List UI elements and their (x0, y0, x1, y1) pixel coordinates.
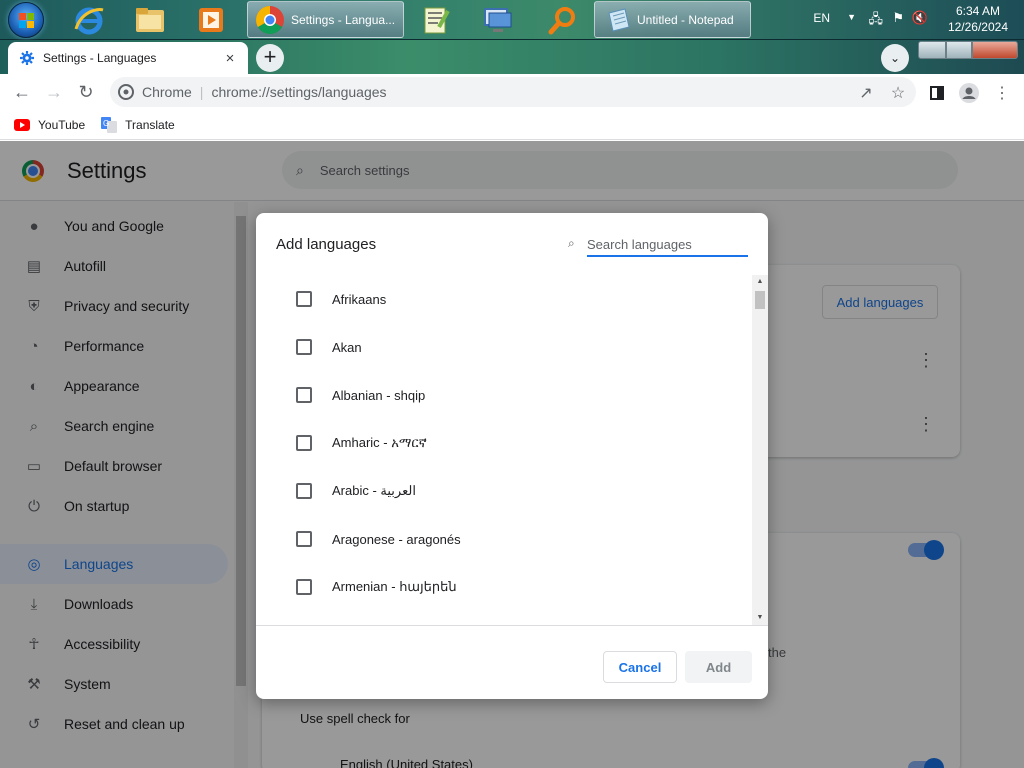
language-name: Arabic - العربية (332, 483, 416, 498)
language-name: Aragonese - aragonés (332, 531, 461, 547)
tab-search-button[interactable]: ⌄ (881, 44, 909, 72)
reload-button[interactable]: ↻ (74, 80, 98, 104)
back-button[interactable]: ← (10, 80, 34, 104)
media-player-icon[interactable] (194, 3, 228, 37)
language-list: Afrikaans Akan Albanian - shqip Amharic … (256, 275, 768, 625)
restore-button[interactable] (946, 41, 972, 59)
chevron-down-icon: ⌄ (889, 51, 901, 65)
side-panel-icon[interactable] (927, 83, 947, 103)
site-chip: Chrome (142, 84, 192, 100)
translate-icon: G (101, 116, 118, 133)
language-name: Albanian - shqip (332, 387, 426, 403)
tray-expand-icon[interactable]: ▼ (847, 12, 856, 22)
task-label: Settings - Langua... (291, 12, 396, 27)
youtube-icon (14, 118, 30, 131)
bookmark-translate[interactable]: G Translate (101, 116, 175, 133)
dialog-divider (256, 625, 768, 626)
language-name: Amharic - አማርኛ (332, 435, 427, 450)
action-center-flag-icon[interactable]: ⚑ (892, 10, 904, 26)
checkbox[interactable] (296, 339, 312, 355)
windows-taskbar: Settings - Langua... Untitled - Notepad … (0, 0, 1024, 40)
bookmark-label: Translate (125, 117, 175, 132)
checkbox[interactable] (296, 531, 312, 547)
language-list-scrollbar[interactable]: ▲ ▼ (752, 275, 768, 625)
network-icon[interactable]: 🖧 (869, 10, 884, 32)
taskbar-task-chrome[interactable]: Settings - Langua... (247, 1, 404, 38)
add-languages-dialog: Add languages ⌕ Afrikaans Akan Albanian … (256, 213, 768, 699)
bookmark-youtube[interactable]: YouTube (14, 118, 85, 132)
taskbar-clock[interactable]: 6:34 AM 12/26/2024 (948, 3, 1008, 35)
task-label: Untitled - Notepad (637, 12, 734, 27)
window-controls (918, 41, 1018, 59)
forward-button[interactable]: → (42, 80, 66, 104)
language-option[interactable]: Akan (256, 323, 752, 371)
checkbox[interactable] (296, 387, 312, 403)
address-bar[interactable]: Chrome | chrome://settings/languages (110, 77, 916, 107)
new-tab-button[interactable]: + (256, 44, 284, 72)
tab-close-icon[interactable]: × (220, 50, 240, 67)
language-option[interactable]: Amharic - አማርኛ (256, 419, 752, 467)
checkbox[interactable] (296, 291, 312, 307)
language-option[interactable]: Afrikaans (256, 275, 752, 323)
volume-muted-icon[interactable]: 🔇 (912, 10, 928, 26)
magnifier-icon[interactable] (545, 3, 579, 37)
dialog-title: Add languages (276, 236, 377, 253)
language-name: Armenian - հայերեն (332, 579, 457, 594)
chrome-site-icon (118, 84, 134, 100)
clock-date: 12/26/2024 (947, 20, 1008, 34)
language-name: Afrikaans (332, 291, 387, 307)
scrollbar-thumb[interactable] (755, 291, 765, 309)
url-text: chrome://settings/languages (211, 84, 387, 100)
language-option[interactable]: Armenian - հայերեն (256, 563, 752, 611)
bookmarks-bar: YouTube G Translate (0, 110, 1024, 140)
language-name: Akan (332, 339, 362, 355)
reload-icon: ↻ (78, 81, 94, 102)
address-separator: | (199, 84, 204, 100)
share-icon[interactable]: ↗ (856, 83, 876, 103)
bookmark-star-icon[interactable]: ☆ (888, 83, 908, 103)
svg-text:G: G (103, 119, 109, 128)
minimize-button[interactable] (918, 41, 946, 59)
checkbox[interactable] (296, 435, 312, 451)
arrow-left-icon: ← (13, 81, 31, 102)
cancel-button[interactable]: Cancel (603, 651, 677, 683)
internet-explorer-icon[interactable] (72, 3, 106, 37)
checkbox[interactable] (296, 483, 312, 499)
notepad-icon (608, 7, 630, 32)
windows-logo-icon (19, 13, 35, 29)
tab-settings-languages[interactable]: Settings - Languages × (8, 42, 248, 74)
search-icon: ⌕ (568, 236, 575, 250)
gear-icon (20, 51, 34, 65)
tab-strip: Settings - Languages × + (0, 40, 1024, 74)
language-search: ⌕ (568, 233, 748, 257)
notepad-plus-icon[interactable] (419, 3, 453, 37)
checkbox[interactable] (296, 579, 312, 595)
language-indicator[interactable]: EN (813, 11, 830, 25)
taskbar-task-notepad[interactable]: Untitled - Notepad (594, 1, 751, 38)
profile-avatar[interactable] (959, 83, 979, 103)
clock-time: 6:34 AM (955, 4, 1000, 18)
remote-desktop-icon[interactable] (480, 3, 514, 37)
arrow-right-icon: → (45, 81, 63, 102)
bookmark-label: YouTube (38, 117, 86, 132)
close-window-button[interactable] (972, 41, 1018, 59)
start-button[interactable] (8, 2, 44, 38)
tab-title: Settings - Languages (43, 51, 157, 65)
browser-toolbar: ← → ↻ Chrome | chrome://settings/languag… (0, 74, 1024, 110)
scroll-up-arrow-icon[interactable]: ▲ (752, 277, 768, 287)
chrome-icon (256, 5, 284, 34)
file-explorer-icon[interactable] (133, 3, 167, 37)
language-option[interactable]: Arabic - العربية (256, 467, 752, 515)
language-option[interactable]: Aragonese - aragonés (256, 515, 752, 563)
add-button[interactable]: Add (685, 651, 752, 683)
chrome-menu-icon[interactable]: ⋮ (992, 83, 1012, 103)
scroll-down-arrow-icon[interactable]: ▼ (752, 613, 768, 623)
language-option[interactable]: Albanian - shqip (256, 371, 752, 419)
language-search-input[interactable] (587, 233, 748, 257)
